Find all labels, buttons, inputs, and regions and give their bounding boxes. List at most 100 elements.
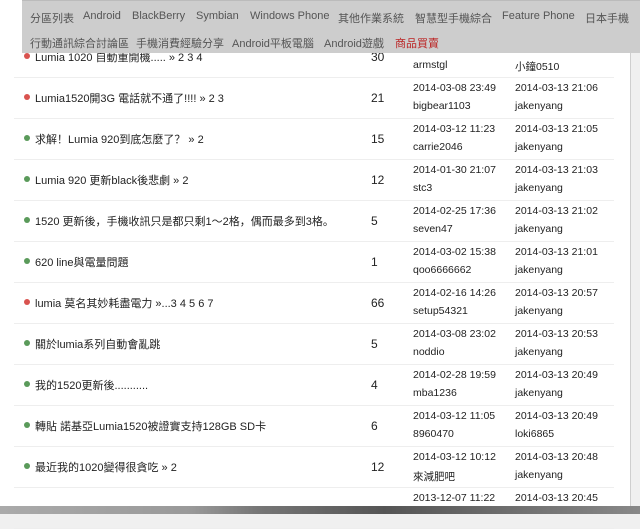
last-post-time: 2014-03-13 20:48	[515, 451, 598, 463]
nav-item[interactable]: 日本手機	[585, 10, 629, 26]
created-time: 2013-12-07 11:22	[413, 492, 496, 504]
reply-count: 6	[371, 419, 378, 433]
last-post-time: 2014-03-13 20:53	[515, 328, 598, 340]
status-dot-icon	[24, 299, 30, 305]
author-link[interactable]: stc3	[413, 182, 432, 194]
thread-row: 求解！Lumia 920到底怎麼了？ » 2 15 2014-03-12 11:…	[14, 118, 614, 160]
created-time: 2014-01-30 21:07	[413, 164, 496, 176]
status-dot-icon	[24, 53, 30, 59]
nav-item[interactable]: Android	[83, 10, 121, 22]
last-poster-link[interactable]: jakenyang	[515, 469, 563, 481]
nav-item[interactable]: 手機消費經驗分享	[136, 35, 224, 51]
last-post-time: 2014-03-13 21:03	[515, 164, 598, 176]
thread-row: Lumia1520開3G 電話就不通了!!!! » 2 3 21 2014-03…	[14, 77, 614, 119]
author-link[interactable]: qoo6666662	[413, 264, 471, 276]
status-dot-icon	[24, 422, 30, 428]
last-post-time: 2014-03-13 20:45	[515, 492, 598, 504]
nav-row-2: 行動通訊綜合討論區 手機消費經驗分享 Android平板電腦 Android遊戲…	[22, 35, 640, 51]
last-post-time: 2014-03-13 21:01	[515, 246, 598, 258]
thread-row: 轉貼 諾基亞Lumia1520被證實支持128GB SD卡 6 2014-03-…	[14, 405, 614, 447]
reply-count: 5	[371, 337, 378, 351]
thread-title-link[interactable]: 1520 更新後，手機收訊只是都只剩1～2格，偶而最多到3格。	[35, 213, 334, 229]
status-dot-icon	[24, 176, 30, 182]
nav-item[interactable]: BlackBerry	[132, 10, 185, 22]
nav-item[interactable]: 分區列表	[30, 10, 74, 26]
author-link[interactable]: seven47	[413, 223, 453, 235]
status-dot-icon	[24, 340, 30, 346]
last-post-time: 2014-03-13 20:57	[515, 287, 598, 299]
thread-title-link[interactable]: 最近我的1020變得很貪吃 » 2	[35, 459, 177, 475]
last-post-time: 2014-03-13 21:05	[515, 123, 598, 135]
nav-item[interactable]: Android平板電腦	[232, 35, 314, 51]
thread-title-link[interactable]: 我的1520更新後...........	[35, 377, 148, 393]
last-poster-link[interactable]: loki6865	[515, 428, 554, 440]
reply-count: 5	[371, 214, 378, 228]
thread-title-link[interactable]: Lumia 920 更新black後悲劇 » 2	[35, 172, 188, 188]
last-post-time: 2014-03-13 21:02	[515, 205, 598, 217]
status-dot-icon	[24, 463, 30, 469]
thread-title-link[interactable]: 求解！Lumia 920到底怎麼了？ » 2	[35, 131, 204, 147]
status-dot-icon	[24, 381, 30, 387]
nav-item[interactable]: 行動通訊綜合討論區	[30, 35, 129, 51]
reply-count: 15	[371, 132, 385, 146]
author-link[interactable]: noddio	[413, 346, 445, 358]
nav-item[interactable]: Symbian	[196, 10, 239, 22]
thread-row: 我的1520更新後........... 4 2014-02-28 19:59 …	[14, 364, 614, 406]
last-poster-link[interactable]: 小鐘0510	[515, 59, 559, 74]
thread-row: 620 line與電量問題 1 2014-03-02 15:38 qoo6666…	[14, 241, 614, 283]
reply-count: 66	[371, 296, 385, 310]
reply-count: 1	[371, 255, 378, 269]
thread-title-link[interactable]: Lumia1520開3G 電話就不通了!!!! » 2 3	[35, 90, 224, 106]
forum-panel: Lumia 1020 自動重開機..... » 2 3 4 30 armstgl…	[0, 0, 631, 529]
created-time: 2014-02-28 19:59	[413, 369, 496, 381]
forum-nav-bar: 分區列表 Android BlackBerry Symbian Windows …	[22, 0, 640, 53]
status-dot-icon	[24, 217, 30, 223]
status-dot-icon	[24, 258, 30, 264]
author-link[interactable]: armstgl	[413, 59, 447, 71]
last-poster-link[interactable]: jakenyang	[515, 305, 563, 317]
reply-count: 4	[371, 378, 378, 392]
author-link[interactable]: bigbear1103	[413, 100, 471, 112]
created-time: 2014-03-02 15:38	[413, 246, 496, 258]
status-dot-icon	[24, 94, 30, 100]
nav-item[interactable]: 其他作業系統	[338, 10, 404, 26]
nav-row-1: 分區列表 Android BlackBerry Symbian Windows …	[22, 10, 640, 26]
author-link[interactable]: 來減肥吧	[413, 469, 455, 484]
last-post-time: 2014-03-13 20:49	[515, 410, 598, 422]
last-poster-link[interactable]: jakenyang	[515, 100, 563, 112]
nav-item[interactable]: Android遊戲	[324, 35, 384, 51]
last-poster-link[interactable]: jakenyang	[515, 387, 563, 399]
nav-item[interactable]: 智慧型手機綜合	[415, 10, 492, 26]
created-time: 2014-03-12 11:05	[413, 410, 496, 422]
nav-item[interactable]: Windows Phone	[250, 10, 330, 22]
author-link[interactable]: carrie2046	[413, 141, 463, 153]
last-post-time: 2014-03-13 21:06	[515, 82, 598, 94]
last-post-time: 2014-03-13 20:49	[515, 369, 598, 381]
thread-row: 1520 更新後，手機收訊只是都只剩1～2格，偶而最多到3格。 5 2014-0…	[14, 200, 614, 242]
last-poster-link[interactable]: jakenyang	[515, 223, 563, 235]
nav-item[interactable]: Feature Phone	[502, 10, 575, 22]
thread-title-link[interactable]: 關於lumia系列自動會亂跳	[35, 336, 160, 352]
last-poster-link[interactable]: jakenyang	[515, 346, 563, 358]
taskbar	[0, 506, 640, 514]
thread-title-link[interactable]: lumia 莫名其妙耗盡電力 »...3 4 5 6 7	[35, 295, 214, 311]
created-time: 2014-02-25 17:36	[413, 205, 496, 217]
author-link[interactable]: 8960470	[413, 428, 454, 440]
author-link[interactable]: setup54321	[413, 305, 468, 317]
last-poster-link[interactable]: jakenyang	[515, 141, 563, 153]
thread-title-link[interactable]: 轉貼 諾基亞Lumia1520被證實支持128GB SD卡	[35, 418, 266, 434]
created-time: 2014-03-12 10:12	[413, 451, 496, 463]
thread-row: 最近我的1020變得很貪吃 » 2 12 2014-03-12 10:12 來減…	[14, 446, 614, 488]
thread-row: 關於lumia系列自動會亂跳 5 2014-03-08 23:02 noddio…	[14, 323, 614, 365]
nav-item-marketplace[interactable]: 商品買賣	[395, 35, 439, 51]
status-dot-icon	[24, 135, 30, 141]
thread-row: lumia 莫名其妙耗盡電力 »...3 4 5 6 7 66 2014-02-…	[14, 282, 614, 324]
last-poster-link[interactable]: jakenyang	[515, 264, 563, 276]
created-time: 2014-03-08 23:02	[413, 328, 496, 340]
reply-count: 21	[371, 91, 385, 105]
created-time: 2014-03-08 23:49	[413, 82, 496, 94]
last-poster-link[interactable]: jakenyang	[515, 182, 563, 194]
author-link[interactable]: mba1236	[413, 387, 457, 399]
thread-title-link[interactable]: 620 line與電量問題	[35, 254, 129, 270]
thread-row: Lumia 920 更新black後悲劇 » 2 12 2014-01-30 2…	[14, 159, 614, 201]
